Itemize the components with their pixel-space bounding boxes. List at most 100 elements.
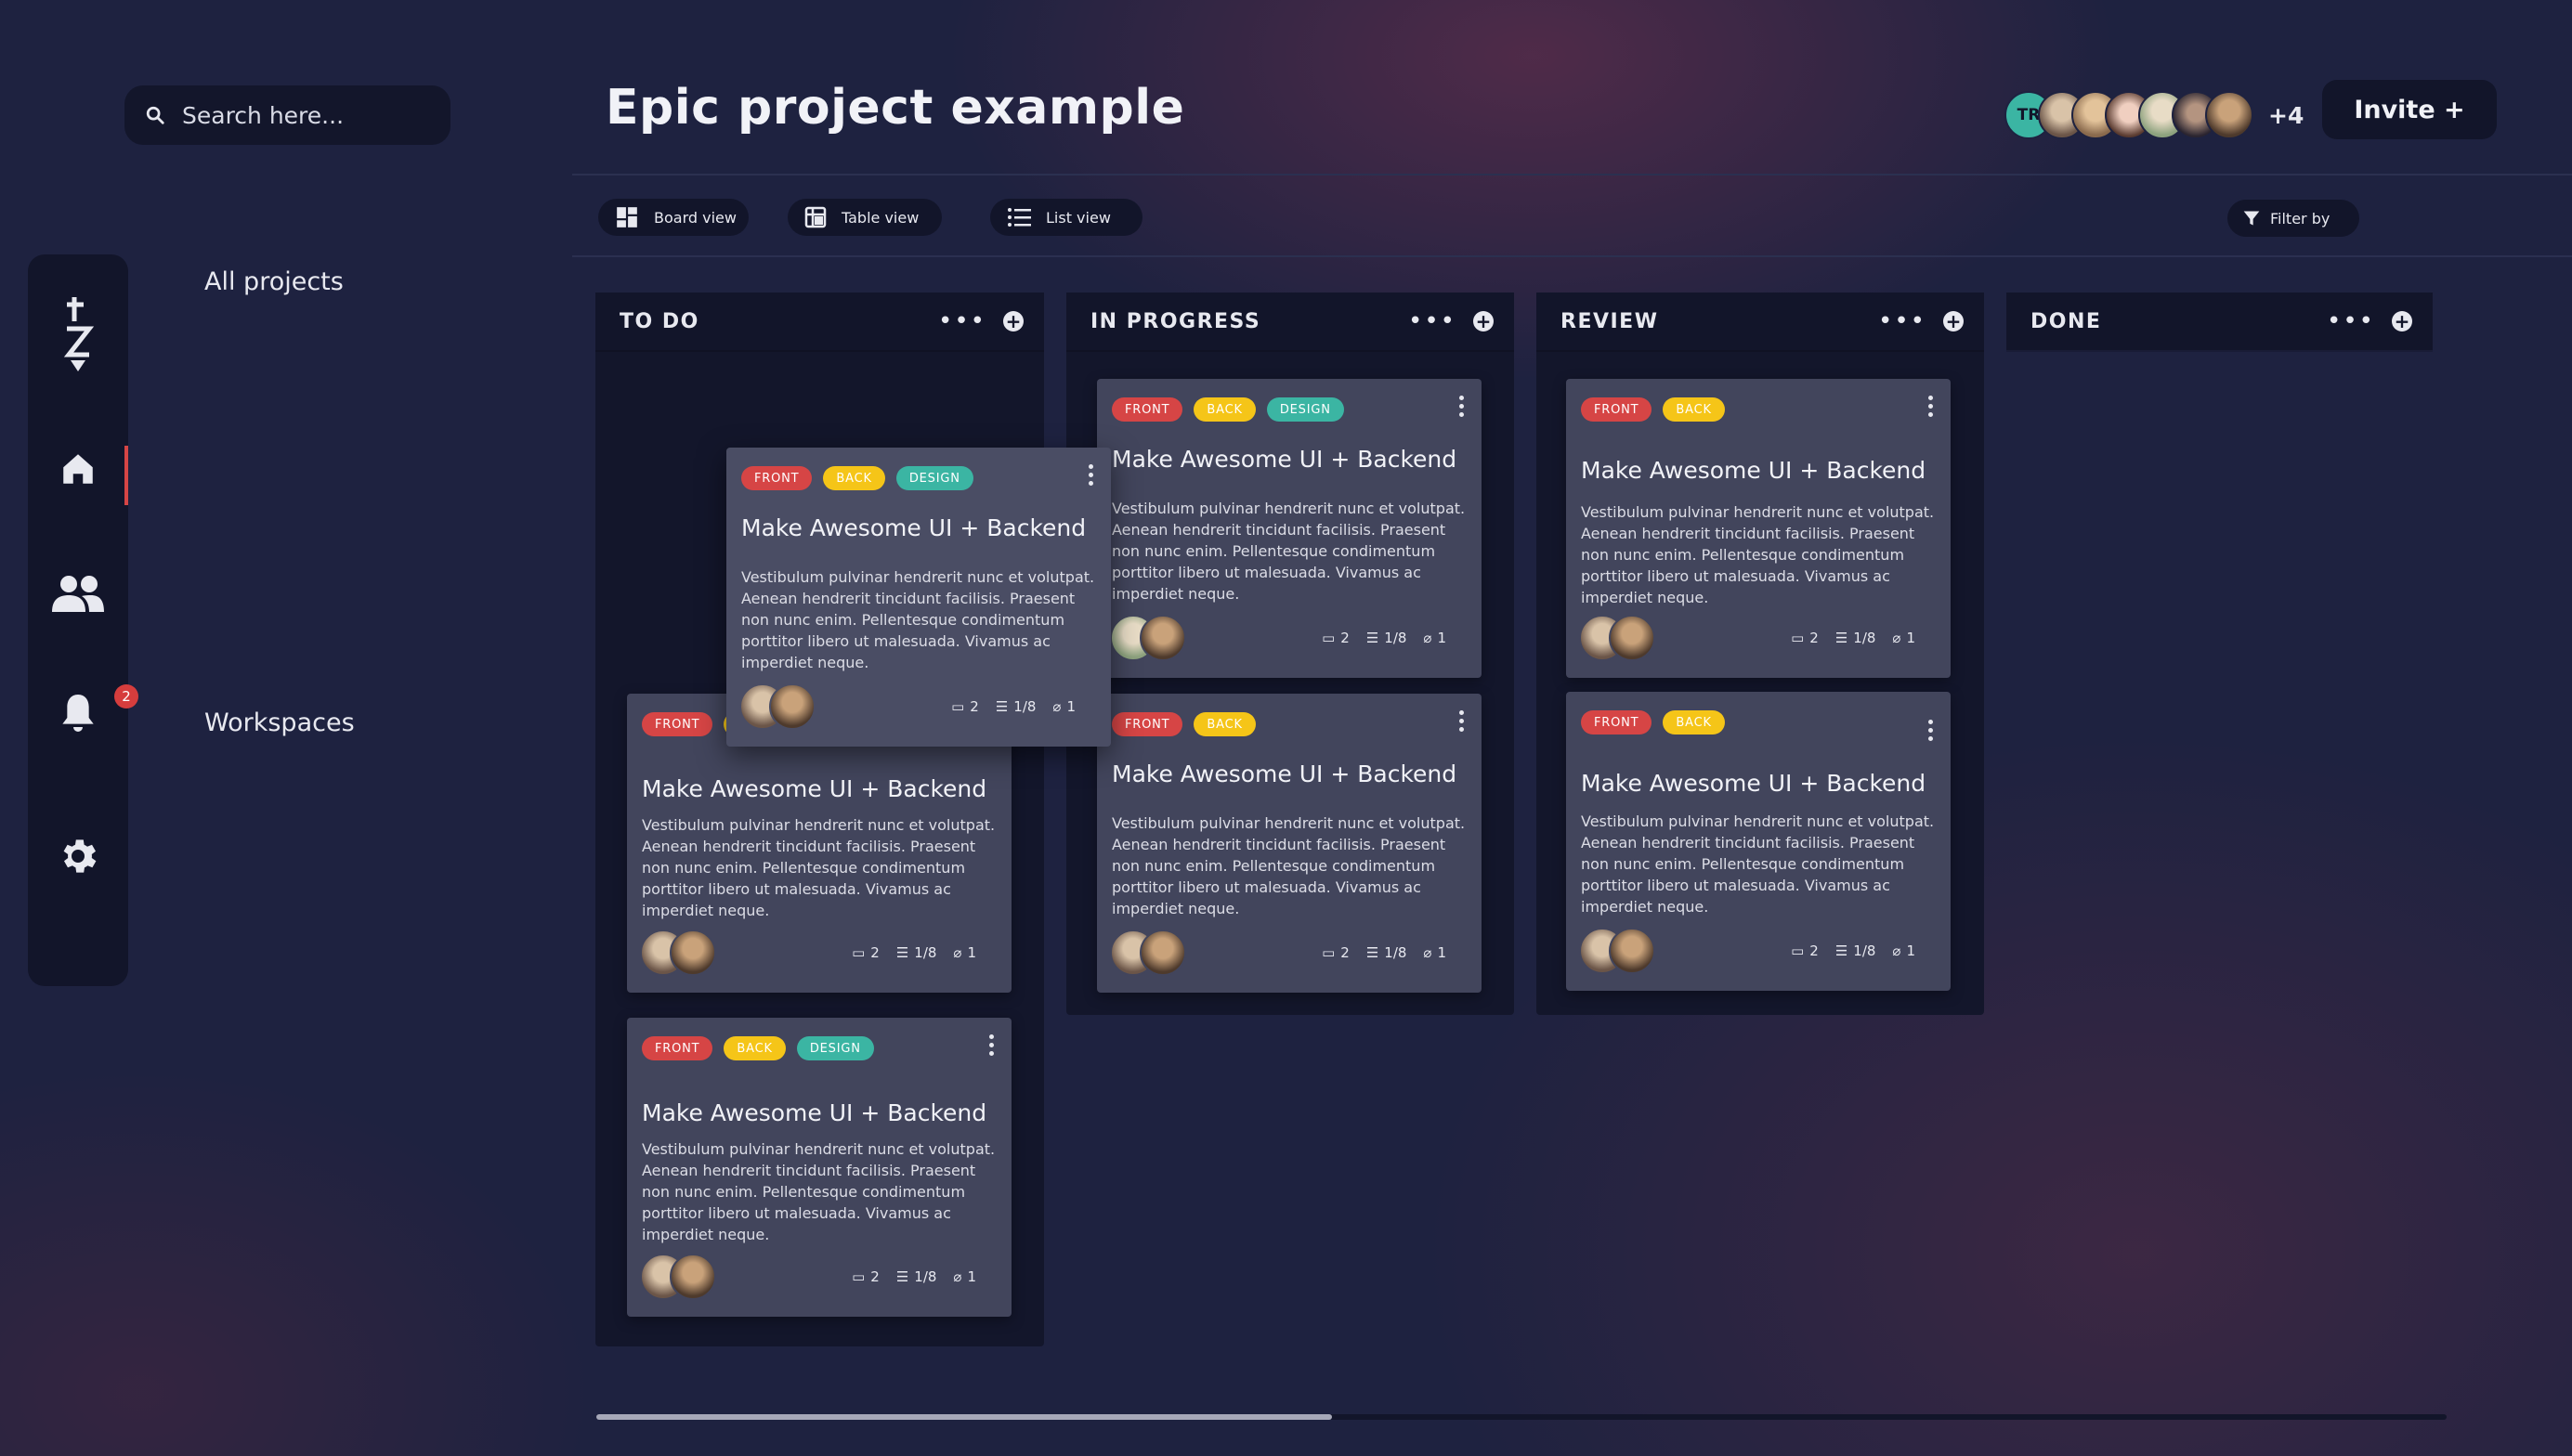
tag-back: BACK bbox=[823, 466, 885, 490]
card-meta: ▭ 2 ☰ 1/8 ⌀ 1 bbox=[852, 944, 976, 961]
filter-label: Filter by bbox=[2270, 209, 2330, 228]
avatar bbox=[769, 683, 816, 730]
checklist-icon: ☰ bbox=[895, 944, 909, 961]
filter-icon bbox=[2243, 211, 2260, 226]
tag-back: BACK bbox=[1663, 397, 1725, 422]
card-description: Vestibulum pulvinar hendrerit nunc et vo… bbox=[642, 1140, 996, 1243]
column-header: REVIEW ••• + bbox=[1536, 292, 1984, 350]
tasks-value: 1/8 bbox=[1853, 630, 1876, 646]
team-icon[interactable] bbox=[28, 572, 128, 615]
avatar bbox=[2205, 91, 2253, 139]
tag-design: DESIGN bbox=[895, 466, 973, 490]
comment-icon: ▭ bbox=[852, 1268, 866, 1285]
comments-count: ▭ 2 bbox=[1791, 942, 1819, 959]
card-title: Make Awesome UI + Backend bbox=[642, 1099, 987, 1126]
search-box[interactable] bbox=[124, 85, 450, 145]
more-icon[interactable]: ••• bbox=[1878, 309, 1926, 333]
task-card[interactable]: FRONT BACK Make Awesome UI + Backend Ves… bbox=[1566, 379, 1951, 678]
notifications-icon[interactable]: 2 bbox=[28, 684, 138, 735]
add-icon[interactable]: + bbox=[2392, 311, 2412, 332]
add-icon[interactable]: + bbox=[1473, 311, 1494, 332]
paperclip-icon: ⌀ bbox=[1423, 944, 1432, 961]
page-title: Epic project example bbox=[606, 80, 1185, 136]
logo-icon bbox=[28, 293, 128, 371]
dragged-task-card[interactable]: FRONT BACK DESIGN Make Awesome UI + Back… bbox=[726, 448, 1111, 747]
active-indicator bbox=[124, 446, 128, 505]
comments-count: ▭ 2 bbox=[852, 944, 880, 961]
scrollbar-thumb[interactable] bbox=[596, 1414, 1332, 1420]
attachments-value: 1 bbox=[1906, 630, 1915, 646]
task-card[interactable]: FRONT BACK DESIGN Make Awesome UI + Back… bbox=[627, 1018, 1012, 1317]
home-icon[interactable] bbox=[28, 449, 128, 488]
tag-front: FRONT bbox=[1112, 397, 1183, 422]
comment-icon: ▭ bbox=[852, 944, 866, 961]
attachments-value: 1 bbox=[1906, 942, 1915, 959]
card-menu-icon[interactable] bbox=[1457, 710, 1465, 732]
tasks-count: ☰ 1/8 bbox=[896, 944, 937, 961]
comments-value: 2 bbox=[870, 1268, 880, 1285]
tag-back: BACK bbox=[724, 1036, 786, 1060]
task-card[interactable]: FRONT BACK DESIGN Make Awesome UI + Back… bbox=[1097, 379, 1482, 678]
task-card[interactable]: FRONT BACK Make Awesome UI + Backend Ves… bbox=[1097, 694, 1482, 993]
card-menu-icon[interactable] bbox=[1457, 396, 1465, 417]
table-view-label: Table view bbox=[842, 208, 920, 227]
comments-value: 2 bbox=[870, 944, 880, 961]
comments-count: ▭ 2 bbox=[1322, 944, 1350, 961]
checklist-icon: ☰ bbox=[895, 1268, 909, 1285]
board-view-button[interactable]: Board view bbox=[598, 199, 749, 236]
filter-button[interactable]: Filter by bbox=[2227, 200, 2359, 237]
column-header: IN PROGRESS ••• + bbox=[1066, 292, 1514, 350]
card-menu-icon[interactable] bbox=[987, 1034, 995, 1056]
card-assignees bbox=[1579, 928, 1655, 974]
tag-front: FRONT bbox=[1581, 397, 1652, 422]
invite-button[interactable]: Invite + bbox=[2322, 80, 2497, 139]
member-avatars[interactable]: TR +4 bbox=[2004, 91, 2304, 139]
card-assignees bbox=[739, 683, 816, 730]
card-menu-icon[interactable] bbox=[1926, 396, 1934, 417]
add-icon[interactable]: + bbox=[1943, 311, 1964, 332]
attachments-value: 1 bbox=[1437, 944, 1446, 961]
tag-front: FRONT bbox=[1112, 712, 1183, 736]
workspaces-link[interactable]: Workspaces bbox=[204, 708, 355, 737]
avatar bbox=[1140, 930, 1186, 976]
checklist-icon: ☰ bbox=[995, 698, 1009, 715]
attachments-value: 1 bbox=[1066, 698, 1076, 715]
more-icon[interactable]: ••• bbox=[1408, 309, 1456, 333]
list-view-button[interactable]: List view bbox=[990, 199, 1142, 236]
checklist-icon: ☰ bbox=[1365, 944, 1379, 961]
avatar bbox=[670, 930, 716, 976]
card-title: Make Awesome UI + Backend bbox=[1112, 446, 1457, 473]
attachments-count: ⌀ 1 bbox=[1052, 698, 1076, 715]
comments-count: ▭ 2 bbox=[1322, 630, 1350, 646]
tag-back: BACK bbox=[1194, 397, 1256, 422]
icon-sidebar: 2 bbox=[28, 254, 138, 986]
more-icon[interactable]: ••• bbox=[938, 309, 986, 333]
comments-count: ▭ 2 bbox=[852, 1268, 880, 1285]
avatar bbox=[1140, 615, 1186, 661]
table-view-button[interactable]: Table view bbox=[788, 199, 942, 236]
comment-icon: ▭ bbox=[1322, 944, 1336, 961]
tasks-count: ☰ 1/8 bbox=[1366, 944, 1407, 961]
checklist-icon: ☰ bbox=[1365, 630, 1379, 646]
extra-members-count[interactable]: +4 bbox=[2268, 102, 2304, 129]
task-card[interactable]: FRONT BACK Make Awesome UI + Backend Ves… bbox=[1566, 692, 1951, 991]
comments-count: ▭ 2 bbox=[951, 698, 979, 715]
settings-icon[interactable] bbox=[28, 834, 128, 878]
all-projects-link[interactable]: All projects bbox=[204, 267, 344, 296]
add-icon[interactable]: + bbox=[1003, 311, 1024, 332]
card-title: Make Awesome UI + Backend bbox=[1581, 770, 1926, 797]
card-menu-icon[interactable] bbox=[1087, 464, 1094, 486]
avatar bbox=[670, 1254, 716, 1300]
card-assignees bbox=[640, 1254, 716, 1300]
more-icon[interactable]: ••• bbox=[2327, 309, 2375, 333]
card-assignees bbox=[1110, 615, 1186, 661]
search-input[interactable] bbox=[182, 101, 433, 129]
card-description: Vestibulum pulvinar hendrerit nunc et vo… bbox=[642, 816, 996, 919]
comment-icon: ▭ bbox=[1791, 942, 1805, 959]
card-meta: ▭ 2 ☰ 1/8 ⌀ 1 bbox=[1322, 944, 1446, 961]
card-meta: ▭ 2 ☰ 1/8 ⌀ 1 bbox=[1791, 630, 1915, 646]
card-menu-icon[interactable] bbox=[1926, 720, 1934, 741]
table-view-icon bbox=[804, 206, 827, 228]
list-view-icon bbox=[1008, 208, 1031, 227]
column-header: DONE ••• + bbox=[2006, 292, 2433, 350]
